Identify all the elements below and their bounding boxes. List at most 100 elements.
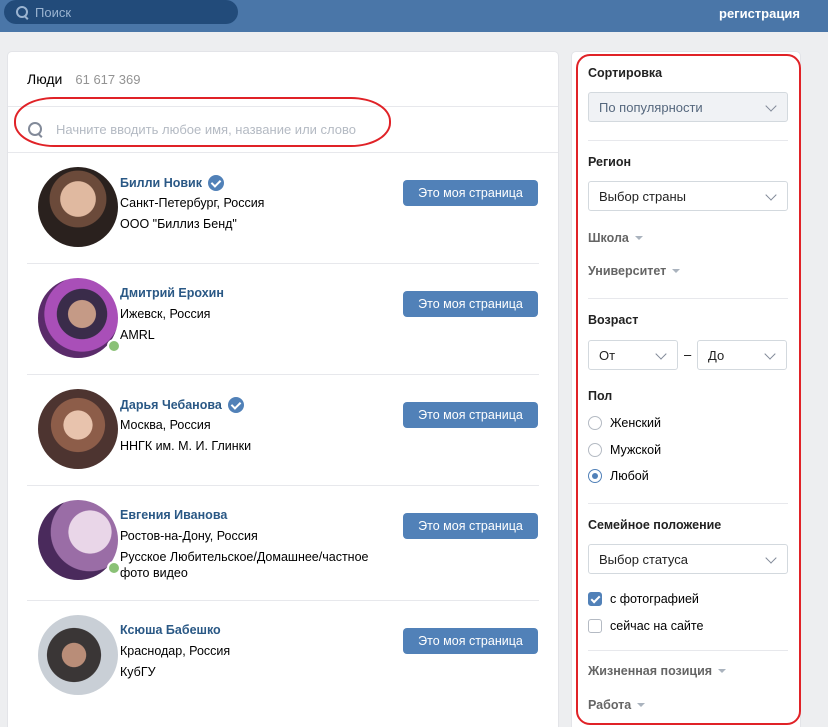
- sex-label: Пол: [588, 389, 613, 403]
- with-photo-checkbox[interactable]: с фотографией: [588, 592, 699, 606]
- chevron-down-icon: [764, 348, 776, 360]
- marital-status-select[interactable]: Выбор статуса: [588, 544, 788, 574]
- radio-checked-icon: [588, 469, 602, 483]
- person-work: КубГУ: [120, 665, 156, 679]
- online-indicator-icon: [107, 339, 121, 353]
- person-name-link[interactable]: Ксюша Бабешко: [120, 623, 221, 637]
- radio-label: Любой: [610, 469, 649, 483]
- search-icon: [28, 122, 43, 137]
- this-is-my-page-button[interactable]: Это моя страница: [403, 402, 538, 428]
- person-name-link[interactable]: Билли Новик: [120, 175, 224, 191]
- person-work: ННГК им. М. И. Глинки: [120, 439, 252, 453]
- radio-label: Мужской: [610, 443, 662, 457]
- divider: [588, 503, 788, 504]
- this-is-my-page-button[interactable]: Это моя страница: [403, 628, 538, 654]
- top-search-placeholder: Поиск: [35, 4, 72, 20]
- age-label: Возраст: [588, 313, 639, 327]
- avatar[interactable]: [38, 500, 118, 580]
- school-label: Школа: [588, 231, 629, 245]
- this-is-my-page-button[interactable]: Это моя страница: [403, 180, 538, 206]
- sort-value: По популярности: [599, 99, 703, 115]
- life-position-filter-link[interactable]: Жизненная позиция: [588, 664, 727, 678]
- people-search-row: [8, 107, 558, 153]
- person-work-continued: фото видео: [120, 566, 188, 580]
- person-location: Ижевск, Россия: [120, 307, 211, 321]
- person-name: Дмитрий Ерохин: [120, 286, 224, 300]
- person-name-link[interactable]: Дарья Чебанова: [120, 397, 244, 413]
- list-item: Дарья Чебанова Москва, Россия ННГК им. М…: [27, 375, 539, 486]
- age-to-value: До: [708, 347, 725, 363]
- people-header: Люди 61 617 369: [8, 52, 558, 107]
- top-search-field[interactable]: Поиск: [4, 0, 238, 24]
- person-location: Санкт-Петербург, Россия: [120, 196, 265, 210]
- chevron-down-icon: [765, 100, 777, 112]
- work-label: Работа: [588, 698, 632, 712]
- person-location: Ростов-на-Дону, Россия: [120, 529, 258, 543]
- this-is-my-page-button[interactable]: Это моя страница: [403, 513, 538, 539]
- list-item: Дмитрий Ерохин Ижевск, Россия AMRL Это м…: [27, 264, 539, 375]
- divider: [588, 298, 788, 299]
- sex-radio-male[interactable]: Мужской: [588, 443, 661, 457]
- register-link[interactable]: регистрация: [719, 6, 800, 21]
- verified-icon: [208, 175, 224, 191]
- radio-icon: [588, 443, 602, 457]
- divider: [588, 140, 788, 141]
- person-name: Билли Новик: [120, 176, 202, 190]
- person-location: Москва, Россия: [120, 418, 211, 432]
- avatar[interactable]: [38, 389, 118, 469]
- checkbox-checked-icon: [588, 592, 602, 606]
- avatar[interactable]: [38, 615, 118, 695]
- chevron-down-icon: [765, 552, 777, 564]
- list-item: Билли Новик Санкт-Петербург, Россия ООО …: [27, 153, 539, 264]
- radio-label: Женский: [610, 416, 661, 430]
- region-label: Регион: [588, 155, 632, 169]
- country-value: Выбор страны: [599, 188, 686, 204]
- marital-status-value: Выбор статуса: [599, 551, 688, 567]
- sort-label: Сортировка: [588, 66, 663, 80]
- person-name: Ксюша Бабешко: [120, 623, 221, 637]
- people-list: Билли Новик Санкт-Петербург, Россия ООО …: [8, 153, 558, 712]
- list-item: Евгения Иванова Ростов-на-Дону, Россия Р…: [27, 486, 539, 601]
- sort-select[interactable]: По популярности: [588, 92, 788, 122]
- life-position-label: Жизненная позиция: [588, 664, 713, 678]
- university-filter-link[interactable]: Университет: [588, 264, 681, 278]
- dropdown-arrow-icon: [718, 669, 727, 673]
- country-select[interactable]: Выбор страны: [588, 181, 788, 211]
- person-name-link[interactable]: Евгения Иванова: [120, 508, 227, 522]
- avatar[interactable]: [38, 278, 118, 358]
- age-to-select[interactable]: До: [697, 340, 787, 370]
- divider: [588, 650, 788, 651]
- person-name: Евгения Иванова: [120, 508, 228, 522]
- page-title: Люди: [27, 71, 63, 87]
- dropdown-arrow-icon: [672, 269, 681, 273]
- marital-status-label: Семейное положение: [588, 518, 722, 532]
- person-name-link[interactable]: Дмитрий Ерохин: [120, 286, 224, 300]
- filters-panel: Сортировка По популярности Регион Выбор …: [572, 52, 800, 727]
- person-location: Краснодар, Россия: [120, 644, 231, 658]
- people-search-input[interactable]: [56, 122, 496, 137]
- online-now-checkbox[interactable]: сейчас на сайте: [588, 619, 703, 633]
- online-indicator-icon: [107, 561, 121, 575]
- people-count: 61 617 369: [75, 71, 141, 87]
- age-range-dash: –: [684, 347, 692, 362]
- sex-radio-any[interactable]: Любой: [588, 469, 649, 483]
- avatar[interactable]: [38, 167, 118, 247]
- sex-radio-female[interactable]: Женский: [588, 416, 661, 430]
- dropdown-arrow-icon: [634, 236, 643, 240]
- verified-icon: [227, 397, 244, 413]
- chevron-down-icon: [765, 189, 777, 201]
- university-label: Университет: [588, 264, 667, 278]
- school-filter-link[interactable]: Школа: [588, 231, 643, 245]
- work-filter-link[interactable]: Работа: [588, 698, 646, 712]
- dropdown-arrow-icon: [637, 703, 646, 707]
- list-item: Ксюша Бабешко Краснодар, Россия КубГУ Эт…: [27, 601, 539, 712]
- search-icon: [16, 5, 29, 19]
- top-bar: Поиск регистрация: [0, 0, 828, 32]
- person-work: AMRL: [120, 328, 155, 342]
- this-is-my-page-button[interactable]: Это моя страница: [403, 291, 538, 317]
- person-name: Дарья Чебанова: [120, 398, 222, 412]
- chevron-down-icon: [655, 348, 667, 360]
- age-from-select[interactable]: От: [588, 340, 678, 370]
- people-panel: Люди 61 617 369 Билли Новик Санкт-Петерб…: [8, 52, 558, 727]
- age-from-value: От: [599, 347, 616, 363]
